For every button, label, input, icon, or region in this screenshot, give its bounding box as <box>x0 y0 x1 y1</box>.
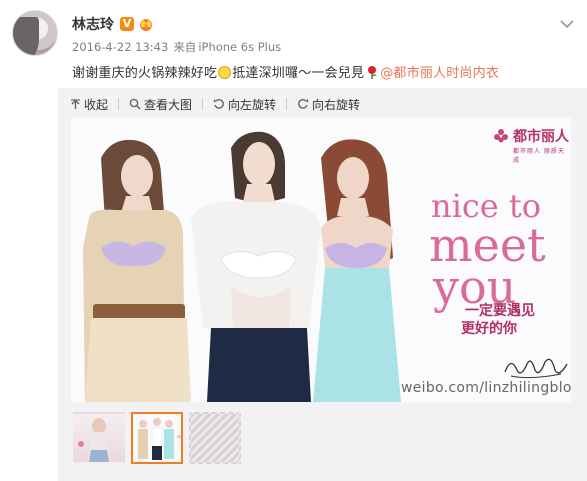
signature-image <box>504 358 568 379</box>
mention-link[interactable]: @都市丽人时尚内衣 <box>380 66 499 81</box>
post-text-part2: 抵達深圳囉～一会兒見 <box>232 66 365 81</box>
brand-subtitle: 都市丽人 丽质天成 <box>513 148 565 164</box>
thumbnail-2-image: m <box>138 418 181 460</box>
name-row: 林志玲 V <box>72 14 557 34</box>
brand-logo: 都市丽人 <box>493 126 569 146</box>
models-illustration <box>83 131 401 402</box>
svg-text:m: m <box>177 434 181 440</box>
thumbnail-2[interactable]: m <box>131 412 183 464</box>
verified-icon: V <box>120 17 134 31</box>
rotate-right-icon <box>298 99 309 109</box>
post-text: 谢谢重庆的火锅辣辣好吃 抵達深圳囉～一会兒見 @都市丽人时尚内衣 <box>72 62 499 81</box>
post-text-part1: 谢谢重庆的火锅辣辣好吃 <box>72 66 218 81</box>
chevron-down-icon[interactable] <box>560 14 574 29</box>
view-large-label: 查看大图 <box>144 97 193 112</box>
rotate-left-button[interactable]: 向左旋转 <box>213 96 276 113</box>
main-image[interactable]: 都市丽人 都市丽人 丽质天成 nice to meet you 一定要遇见 更好… <box>71 118 571 402</box>
watermark: weibo.com/linzhilingblog <box>401 380 571 396</box>
rose-icon <box>366 65 378 79</box>
brand-name: 都市丽人 <box>513 129 569 145</box>
collapse-label: 收起 <box>84 97 109 112</box>
search-icon <box>129 98 141 110</box>
timestamp[interactable]: 2016-4-22 13:43 <box>72 40 168 54</box>
rotate-right-label: 向右旋转 <box>312 97 361 112</box>
post-header: 林志玲 V <box>72 14 557 34</box>
rotate-right-button[interactable]: 向右旋转 <box>297 96 360 113</box>
username[interactable]: 林志玲 <box>72 14 114 34</box>
thumbnail-1-image <box>78 418 109 462</box>
collapse-button[interactable]: 收起 <box>70 96 108 113</box>
view-large-button[interactable]: 查看大图 <box>129 96 192 113</box>
smiley-icon <box>218 66 232 79</box>
flower-logo-icon <box>494 129 508 143</box>
thumbnail-3[interactable] <box>189 412 241 464</box>
crown-icon[interactable] <box>138 17 154 31</box>
slogan-line-1: 一定要遇见 <box>465 303 535 319</box>
toolbar-divider <box>118 98 120 110</box>
rotate-left-label: 向左旋转 <box>228 97 277 112</box>
source-prefix: 来自 <box>173 40 197 54</box>
media-toolbar: 收起 查看大图 向左旋转 向右旋转 <box>70 95 370 113</box>
toolbar-divider <box>202 98 204 110</box>
post-meta: 2016-4-22 13:43 来自 iPhone 6s Plus <box>72 39 286 55</box>
thumbnail-1[interactable] <box>73 412 125 464</box>
source-device[interactable]: iPhone 6s Plus <box>198 40 281 54</box>
collapse-icon <box>71 98 80 109</box>
rotate-left-icon <box>213 99 224 109</box>
slogan-line-2: 更好的你 <box>461 321 517 337</box>
avatar[interactable] <box>12 10 58 56</box>
thumbnail-strip: m <box>73 412 247 464</box>
toolbar-divider <box>286 98 288 110</box>
